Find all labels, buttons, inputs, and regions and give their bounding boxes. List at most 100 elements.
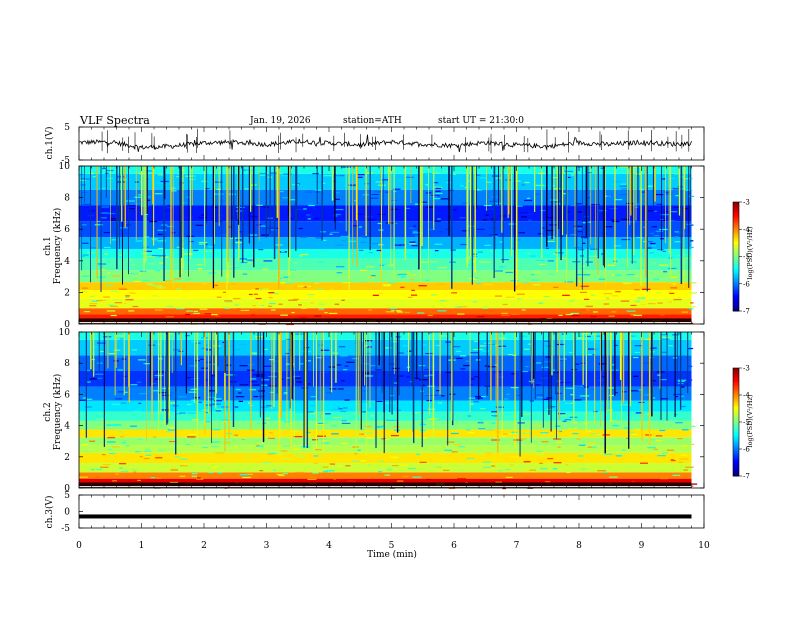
c-2-speckle <box>385 438 390 440</box>
c-1-speckle <box>104 253 108 255</box>
c-2-speckle <box>565 381 571 384</box>
chart-marks: 5-50246810024681050-50 1 2 3 4 5 6 7 8 9 10-3-4-5-… <box>59 123 751 551</box>
c-2-speckle <box>568 428 574 430</box>
c-1-speckle <box>329 233 333 235</box>
c-2-speckle <box>255 375 264 377</box>
c-1-speckle <box>662 268 668 271</box>
c-1-colorbar-tick-label: -5 <box>743 253 750 261</box>
c-2-speckle <box>241 438 246 441</box>
c-1-speckle <box>411 245 418 247</box>
c-1-speckle <box>562 193 566 195</box>
c-2-speckle <box>687 347 694 350</box>
c-2-speckle <box>537 396 543 399</box>
c-1-speckle <box>215 315 220 317</box>
c-1-speckle <box>522 281 530 284</box>
c-2-speckle <box>228 381 237 383</box>
c-2-speckle <box>110 424 119 426</box>
c-2-speckle <box>325 470 335 472</box>
c-2-speckle <box>540 432 549 434</box>
c-1-speckle <box>409 279 415 281</box>
c-1-speckle <box>524 199 533 202</box>
c-1-speckle <box>516 205 523 207</box>
c-2-speckle <box>478 428 486 430</box>
c-1-speckle <box>132 305 139 308</box>
c-2-speckle <box>268 375 278 378</box>
c-1-speckle <box>215 193 225 195</box>
c-2-speckle <box>632 433 638 436</box>
c-1-speckle <box>372 294 379 296</box>
c-2-speckle <box>562 415 567 417</box>
c-2-speckle <box>338 465 343 467</box>
c-2-speckle <box>318 479 327 481</box>
c-2-speckle <box>523 413 532 415</box>
c-2-speckle <box>367 464 372 466</box>
c-1-speckle <box>150 252 155 254</box>
c-1-speckle <box>433 198 441 200</box>
c-1-speckle <box>335 244 344 246</box>
c-1-speckle <box>505 271 513 274</box>
c-2-speckle <box>107 437 116 439</box>
c-2-speckle <box>453 346 461 348</box>
c-2-colorbar-cell <box>733 368 739 371</box>
c-2-speckle <box>478 421 483 423</box>
c-2-speckle <box>133 471 137 473</box>
c-1-lf-band <box>79 318 692 324</box>
c-2-speckle <box>91 468 95 471</box>
c-1-speckle <box>503 265 507 267</box>
c-1-speckle <box>688 306 696 308</box>
c-2-speckle <box>112 480 117 482</box>
c-1-speckle <box>307 293 315 296</box>
c-2-speckle <box>340 380 345 382</box>
c-2-speckle <box>204 462 210 464</box>
c-1-speckle <box>82 191 89 194</box>
c-1-speckle <box>530 255 536 257</box>
c-1-ytick-label: 6 <box>64 225 70 235</box>
c-2-speckle <box>378 460 385 462</box>
c-1-speckle <box>633 314 643 316</box>
c-2-speckle <box>470 369 478 371</box>
c-1-speckle <box>563 170 573 173</box>
c-1-speckle <box>630 261 637 263</box>
c-1-speckle <box>358 226 362 228</box>
c-2-speckle <box>325 413 331 415</box>
c-2-speckle <box>536 382 544 384</box>
c-1-speckle <box>653 210 658 212</box>
c-1-speckle <box>453 298 461 300</box>
c-1-speckle <box>371 193 379 196</box>
c-2-speckle <box>186 403 192 406</box>
c-2-speckle <box>357 449 361 451</box>
c-2-speckle <box>318 438 326 440</box>
c-1-speckle <box>108 212 116 215</box>
c-2-speckle <box>166 448 175 450</box>
c-2-speckle <box>688 425 696 427</box>
c-2-speckle <box>174 456 181 458</box>
c-2-speckle <box>517 422 525 424</box>
c-1-speckle <box>341 299 345 301</box>
c-1-speckle <box>519 212 527 214</box>
c-1-speckle <box>302 299 310 301</box>
c-1-ytick-label: 10 <box>59 162 71 172</box>
c-2-speckle <box>495 406 504 408</box>
c-1-speckle <box>425 184 429 186</box>
c-1-speckle <box>195 263 203 266</box>
c-1-speckle <box>459 217 466 219</box>
c-1-speckle <box>634 289 640 291</box>
c-1-speckle <box>582 242 586 244</box>
c-2-speckle <box>364 425 372 428</box>
c-1-speckle <box>670 287 678 289</box>
c-2-speckle <box>326 417 331 419</box>
c-2-speckle <box>297 456 306 458</box>
c-2-speckle <box>524 476 531 478</box>
c-1-speckle <box>429 261 438 263</box>
c-1-speckle <box>584 274 591 276</box>
c-1-speckle <box>605 226 613 228</box>
c-2-speckle <box>459 469 466 471</box>
c-1-speckle <box>455 306 462 308</box>
c-1-speckle <box>164 210 171 212</box>
c-1-speckle <box>198 241 208 244</box>
time-axis-tick-label: 10 <box>698 541 710 551</box>
c-1-speckle <box>488 227 498 229</box>
c-2-speckle <box>150 477 156 479</box>
c-2-speckle <box>632 356 639 359</box>
c-1-speckle <box>546 236 555 238</box>
